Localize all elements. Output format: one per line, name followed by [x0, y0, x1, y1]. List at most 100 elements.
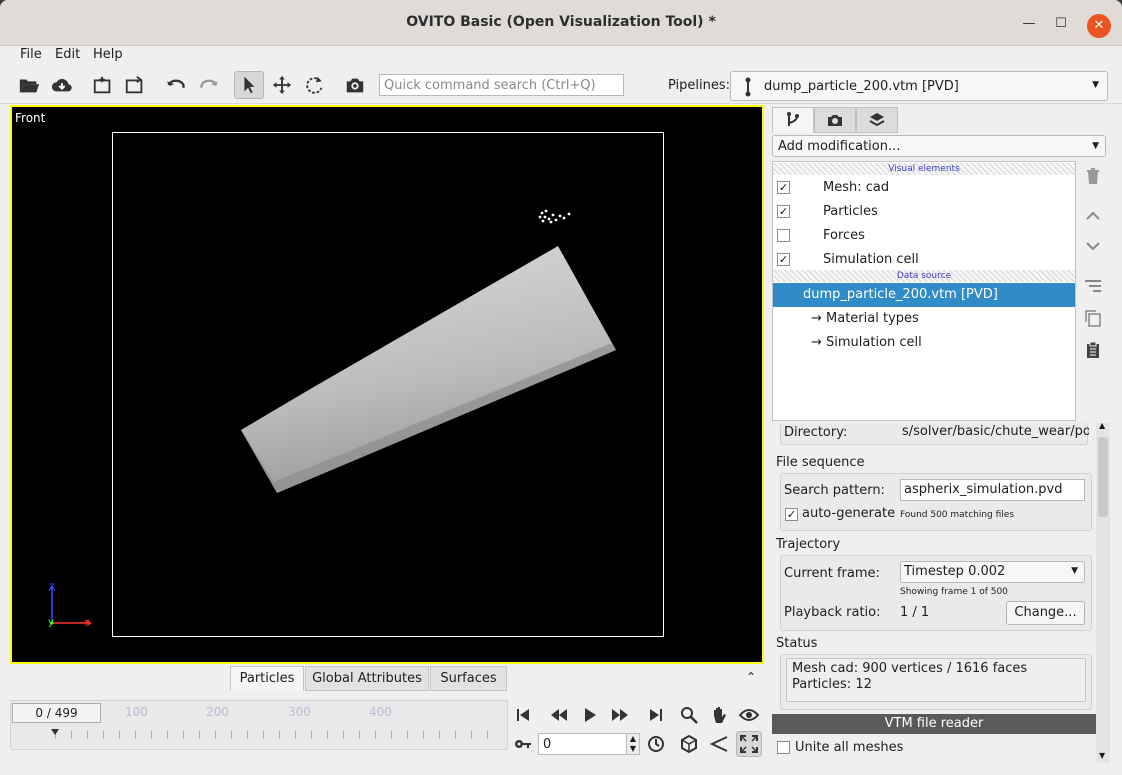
- animation-settings-button[interactable]: [643, 731, 669, 757]
- frame-indicator[interactable]: 0 / 499: [12, 703, 101, 723]
- load-remote-button[interactable]: [47, 71, 77, 99]
- time-slider[interactable]: 0 / 499 100 200 300 400: [10, 700, 508, 750]
- checkbox-forces[interactable]: [777, 229, 790, 242]
- cursor-arrow-icon: [244, 76, 255, 94]
- rotate-mode-button[interactable]: [300, 71, 330, 99]
- selection-mode-button[interactable]: [234, 71, 264, 99]
- move-mode-button[interactable]: [267, 71, 297, 99]
- file-sequence-title: File sequence: [776, 455, 865, 470]
- mesh-render: [241, 246, 616, 493]
- skip-end-icon: [650, 709, 662, 721]
- go-to-start-button[interactable]: [510, 702, 536, 728]
- directory-label: Directory:: [784, 425, 848, 440]
- tab-particles[interactable]: Particles: [230, 666, 304, 691]
- redo-button[interactable]: [194, 71, 224, 99]
- open-file-button[interactable]: [14, 71, 44, 99]
- zoom-button[interactable]: [676, 702, 702, 728]
- list-item-label: Simulation cell: [823, 252, 919, 267]
- checkbox-particles[interactable]: ✓: [777, 205, 790, 218]
- tab-pipeline[interactable]: [772, 107, 814, 133]
- directory-field[interactable]: s/solver/basic/chute_wear/post: [899, 422, 1089, 444]
- manage-modifiers-button[interactable]: [1080, 273, 1106, 299]
- move-up-button[interactable]: [1080, 203, 1106, 229]
- new-session-button[interactable]: [88, 71, 118, 99]
- chevron-down-icon: ▼: [1071, 566, 1078, 576]
- maximize-button[interactable]: ☐: [1052, 15, 1070, 33]
- change-button[interactable]: Change...: [1006, 601, 1085, 625]
- trajectory-group: Current frame: Timestep 0.002 ▼ Showing …: [780, 555, 1092, 631]
- data-source-item[interactable]: dump_particle_200.vtm [PVD]: [773, 283, 1075, 307]
- list-item[interactable]: → Simulation cell: [773, 331, 1075, 355]
- move-arrows-icon: [272, 75, 292, 95]
- menu-file[interactable]: File: [20, 47, 42, 62]
- pick-orbit-center-button[interactable]: [676, 731, 702, 757]
- copy-button[interactable]: [1080, 305, 1106, 331]
- scroll-down-icon[interactable]: ▼: [1099, 751, 1105, 760]
- layers-icon: [869, 113, 885, 127]
- delete-button[interactable]: [1080, 163, 1106, 189]
- auto-key-button[interactable]: [510, 731, 536, 757]
- menu-help[interactable]: Help: [93, 47, 123, 62]
- properties-panel: Directory: s/solver/basic/chute_wear/pos…: [772, 423, 1096, 713]
- unite-meshes-label: Unite all meshes: [795, 740, 904, 755]
- go-to-end-button[interactable]: [643, 702, 669, 728]
- move-down-button[interactable]: [1080, 233, 1106, 259]
- spinner-arrows-icon[interactable]: ▲ ▼: [626, 733, 640, 755]
- previous-frame-button[interactable]: [546, 702, 572, 728]
- tab-global-attributes[interactable]: Global Attributes: [305, 666, 429, 691]
- cube-icon: [681, 734, 697, 754]
- render-button[interactable]: [340, 71, 370, 99]
- pipeline-branch-icon: [787, 112, 799, 126]
- next-frame-button[interactable]: [607, 702, 633, 728]
- play-button[interactable]: [577, 702, 603, 728]
- checkbox-simulation-cell[interactable]: ✓: [777, 253, 790, 266]
- fov-button[interactable]: [706, 731, 732, 757]
- current-frame-dropdown[interactable]: Timestep 0.002 ▼: [900, 561, 1085, 583]
- list-item[interactable]: → Material types: [773, 307, 1075, 331]
- unite-meshes-checkbox[interactable]: [777, 741, 790, 754]
- axis-label-y: y: [48, 617, 54, 628]
- list-item[interactable]: Forces: [773, 224, 1075, 248]
- search-pattern-input[interactable]: aspherix_simulation.pvd: [900, 479, 1085, 501]
- save-file-icon: [125, 76, 143, 94]
- scrollbar-thumb[interactable]: [1098, 437, 1108, 517]
- tick-label: 300: [288, 705, 311, 719]
- properties-scrollbar[interactable]: ▲ ▼: [1096, 421, 1110, 763]
- list-item-label: Particles: [823, 204, 878, 219]
- data-source-header: Data source: [773, 270, 1075, 282]
- tab-overlays[interactable]: [856, 107, 898, 133]
- tab-render[interactable]: [814, 107, 856, 133]
- frame-spinner[interactable]: 0: [538, 733, 640, 755]
- new-file-icon: [93, 76, 111, 94]
- maximize-viewport-button[interactable]: [736, 731, 762, 757]
- viewport-front[interactable]: Front z y x: [10, 105, 764, 664]
- list-item[interactable]: ✓ Particles: [773, 200, 1075, 224]
- status-box: Mesh cad: 900 vertices / 1616 faces Part…: [786, 658, 1086, 702]
- undo-icon: [166, 79, 185, 89]
- chevron-up-icon[interactable]: ⌃: [746, 670, 756, 684]
- paste-button[interactable]: [1080, 337, 1106, 363]
- checkbox-mesh-cad[interactable]: ✓: [777, 181, 790, 194]
- menu-edit[interactable]: Edit: [55, 47, 80, 62]
- pipeline-selector[interactable]: dump_particle_200.vtm [PVD] ▼: [730, 71, 1108, 101]
- showing-frame-text: Showing frame 1 of 500: [900, 587, 1008, 597]
- list-item[interactable]: ✓ Simulation cell: [773, 248, 1075, 272]
- save-session-button[interactable]: [120, 71, 150, 99]
- close-button[interactable]: ✕: [1087, 14, 1111, 38]
- auto-generate-checkbox[interactable]: ✓: [785, 508, 798, 521]
- add-modification-dropdown[interactable]: Add modification... ▼: [772, 135, 1106, 157]
- axis-label-z: z: [49, 581, 55, 592]
- cloud-download-icon: [51, 78, 72, 92]
- orbit-button[interactable]: [736, 702, 762, 728]
- list-item-label: → Simulation cell: [811, 335, 922, 350]
- pipeline-selected-value: dump_particle_200.vtm [PVD]: [764, 79, 959, 94]
- pan-button[interactable]: [706, 702, 732, 728]
- undo-button[interactable]: [161, 71, 191, 99]
- scroll-up-icon[interactable]: ▲: [1099, 421, 1105, 430]
- frame-spinner-value: 0: [543, 737, 552, 752]
- minimize-button[interactable]: —: [1020, 15, 1038, 33]
- quick-command-search[interactable]: [379, 74, 624, 96]
- pipeline-icon: [745, 77, 751, 97]
- list-item[interactable]: ✓ Mesh: cad: [773, 176, 1075, 200]
- tab-surfaces[interactable]: Surfaces: [430, 666, 507, 691]
